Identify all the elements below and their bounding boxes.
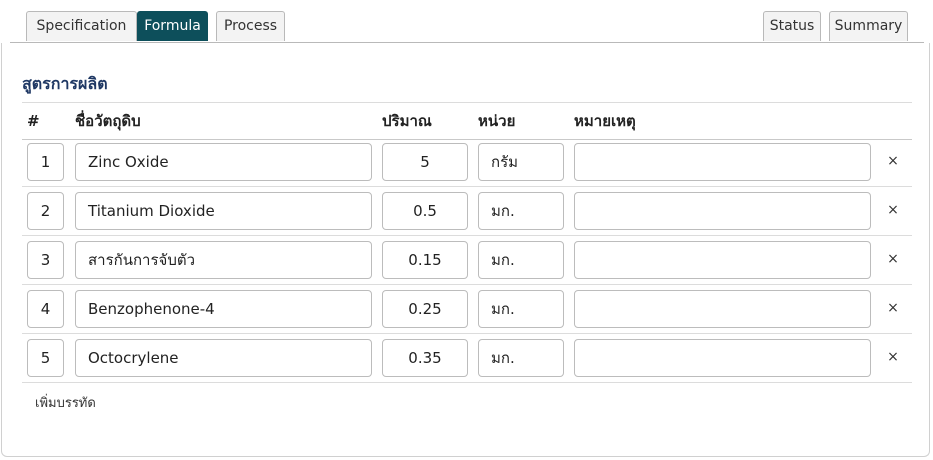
quantity-input[interactable]: 0.5 (382, 192, 468, 230)
table-row: 2 Titanium Dioxide 0.5 มก. × (22, 187, 912, 236)
tab-formula[interactable]: Formula (137, 11, 208, 41)
material-name-input[interactable]: Octocrylene (75, 339, 372, 377)
tab-process[interactable]: Process (216, 11, 285, 41)
quantity-input[interactable]: 0.35 (382, 339, 468, 377)
table-row: 5 Octocrylene 0.35 มก. × (22, 334, 912, 383)
row-number-field[interactable]: 3 (27, 241, 64, 279)
table-row: 4 Benzophenone-4 0.25 มก. × (22, 285, 912, 334)
table-header: # ชื่อวัตถุดิบ ปริมาณ หน่วย หมายเหตุ (22, 102, 912, 140)
delete-row-icon[interactable]: × (884, 346, 902, 368)
delete-row-icon[interactable]: × (884, 297, 902, 319)
section-title: สูตรการผลิต (22, 74, 108, 93)
tab-bar: Specification Formula Process Status Sum… (10, 10, 924, 43)
header-note: หมายเหตุ (574, 112, 636, 130)
delete-row-icon[interactable]: × (884, 248, 902, 270)
material-name-input[interactable]: Zinc Oxide (75, 143, 372, 181)
note-input[interactable] (574, 241, 871, 279)
note-input[interactable] (574, 339, 871, 377)
row-number-field[interactable]: 2 (27, 192, 64, 230)
table-row: 3 สารกันการจับตัว 0.15 มก. × (22, 236, 912, 285)
note-input[interactable] (574, 290, 871, 328)
unit-input[interactable]: มก. (478, 241, 564, 279)
unit-input[interactable]: กรัม (478, 143, 564, 181)
table-row: 1 Zinc Oxide 5 กรัม × (22, 138, 912, 187)
unit-input[interactable]: มก. (478, 192, 564, 230)
material-name-input[interactable]: Benzophenone-4 (75, 290, 372, 328)
material-name-input[interactable]: Titanium Dioxide (75, 192, 372, 230)
header-material-name: ชื่อวัตถุดิบ (75, 112, 141, 130)
delete-row-icon[interactable]: × (884, 150, 902, 172)
unit-input[interactable]: มก. (478, 290, 564, 328)
row-number-field[interactable]: 5 (27, 339, 64, 377)
tab-specification[interactable]: Specification (26, 11, 137, 41)
quantity-input[interactable]: 0.25 (382, 290, 468, 328)
row-number-field[interactable]: 4 (27, 290, 64, 328)
note-input[interactable] (574, 192, 871, 230)
tab-summary[interactable]: Summary (829, 11, 908, 41)
unit-input[interactable]: มก. (478, 339, 564, 377)
header-quantity: ปริมาณ (382, 112, 432, 130)
quantity-input[interactable]: 5 (382, 143, 468, 181)
material-name-input[interactable]: สารกันการจับตัว (75, 241, 372, 279)
quantity-input[interactable]: 0.15 (382, 241, 468, 279)
row-number-field[interactable]: 1 (27, 143, 64, 181)
add-row-button[interactable]: เพิ่มบรรทัด (35, 392, 96, 413)
tab-status[interactable]: Status (763, 11, 821, 41)
header-unit: หน่วย (478, 112, 516, 130)
header-number: # (27, 112, 40, 130)
delete-row-icon[interactable]: × (884, 199, 902, 221)
note-input[interactable] (574, 143, 871, 181)
